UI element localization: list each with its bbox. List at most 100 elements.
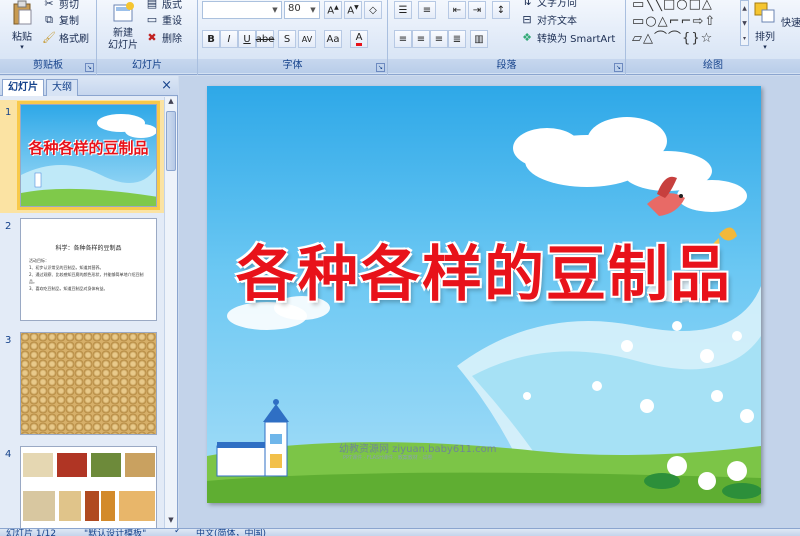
numbering-button[interactable]: ≡ — [418, 1, 436, 19]
font-color-button[interactable]: A — [350, 30, 368, 48]
line-spacing-button[interactable]: ↕ — [492, 1, 510, 19]
scroll-up-icon[interactable]: ▲ — [165, 97, 177, 109]
rectangle-shape-icon[interactable]: ▭ — [632, 14, 645, 29]
quick-styles-button[interactable]: 快速 — [780, 14, 800, 29]
font-color-icon: A — [355, 32, 363, 46]
status-bar: 幻灯片 1/12 "默认设计模板" ✓ 中文(简体，中国) — [0, 528, 800, 536]
rectangle-shape-icon[interactable]: ▱ — [632, 31, 643, 46]
convert-smartart-button[interactable]: ❖ 转换为 SmartArt — [520, 30, 615, 45]
arrange-dropdown-icon[interactable]: ▾ — [752, 43, 778, 51]
reset-button[interactable]: ▭ 重设 — [145, 12, 182, 27]
increase-indent-icon: ⇥ — [472, 4, 482, 16]
format-painter-button[interactable]: 🖌 格式刷 — [42, 30, 89, 45]
shadow-button[interactable]: S — [278, 30, 296, 48]
slide-thumbnail-1[interactable]: 各种各样的豆制品 — [17, 101, 160, 210]
clipboard-launcher-icon[interactable]: ↘ — [85, 63, 94, 72]
paste-dropdown-icon[interactable]: ▾ — [6, 43, 38, 51]
slide-thumbnail-2[interactable]: 科学：各种各样的豆制品 活动目标： 1、初步认识常见的豆制品，知道其营养。 2、… — [20, 218, 157, 321]
reset-label: 重设 — [162, 16, 182, 27]
paste-button[interactable]: 粘贴 ▾ — [6, 0, 38, 51]
connector-shape-icon[interactable]: ⌐ — [681, 14, 693, 29]
circle-shape-icon[interactable]: ○ — [645, 14, 657, 29]
new-slide-icon — [110, 0, 136, 26]
layout-label: 版式 — [162, 0, 182, 11]
text-direction-button[interactable]: ⇅ 文字方向 — [520, 0, 577, 9]
change-case-icon: Aa — [326, 33, 340, 45]
new-slide-button[interactable]: 新建 幻灯片 — [105, 0, 141, 52]
brace-shape-icon[interactable]: { — [682, 31, 691, 46]
connector-shape-icon[interactable]: ⌐ — [669, 14, 681, 29]
italic-button[interactable]: I — [220, 30, 238, 48]
brace-shape-icon[interactable]: } — [691, 31, 700, 46]
font-name-combo[interactable]: ▼ — [202, 1, 282, 19]
thumbnails-scrollbar[interactable]: ▲ ▼ — [164, 97, 177, 528]
line-shape-icon[interactable]: ╲ — [645, 0, 654, 12]
cut-label: 剪切 — [59, 0, 79, 11]
align-right-button[interactable]: ≡ — [430, 30, 448, 48]
columns-button[interactable]: ▥ — [470, 30, 488, 48]
underline-button[interactable]: U — [238, 30, 256, 48]
font-size-combo[interactable]: 80 ▼ — [284, 1, 320, 19]
slide-4-food-photos — [23, 453, 155, 521]
bullets-icon: ☰ — [398, 4, 408, 16]
copy-button[interactable]: ⧉ 复制 — [42, 12, 79, 28]
strikethrough-button[interactable]: abe — [256, 30, 274, 48]
tab-outline[interactable]: 大纲 — [46, 79, 78, 96]
increase-indent-button[interactable]: ⇥ — [468, 1, 486, 19]
delete-button[interactable]: ✖ 删除 — [145, 30, 182, 45]
scroll-down-icon[interactable]: ▼ — [165, 516, 177, 528]
slide-thumbnail-3[interactable] — [20, 332, 157, 435]
line-shape-icon[interactable]: ╲ — [654, 0, 663, 12]
grow-font-button[interactable]: A▲ — [324, 1, 342, 19]
tab-slides[interactable]: 幻灯片 — [2, 79, 44, 96]
clear-format-button[interactable]: ◇ — [364, 1, 382, 19]
decrease-indent-button[interactable]: ⇤ — [448, 1, 466, 19]
star-shape-icon[interactable]: ☆ — [701, 31, 714, 46]
bullets-button[interactable]: ☰ — [394, 1, 412, 19]
language-status[interactable]: 中文(简体，中国) — [196, 529, 266, 536]
arc-shape-icon[interactable]: ⌒ — [668, 31, 682, 46]
change-case-button[interactable]: Aa — [324, 30, 342, 48]
align-center-button[interactable]: ≡ — [412, 30, 430, 48]
clipboard-group-label: 剪贴板 — [0, 59, 96, 73]
chevron-down-icon[interactable]: ▼ — [269, 2, 281, 18]
current-slide[interactable]: 各种各样的豆制品 幼教资源网 ziyuan.baby611.com PPT课件 … — [207, 86, 761, 503]
arrange-button[interactable]: 排列 ▾ — [752, 0, 778, 51]
smartart-icon: ❖ — [522, 31, 532, 44]
align-left-button[interactable]: ≡ — [394, 30, 412, 48]
shrink-font-button[interactable]: A▼ — [344, 1, 362, 19]
font-group-label: 字体 — [198, 59, 387, 73]
slide-thumbnail-4[interactable] — [20, 446, 157, 528]
layout-button[interactable]: ▤ 版式 — [145, 0, 182, 11]
arc-shape-icon[interactable]: ⌒ — [654, 31, 668, 46]
reset-icon: ▭ — [146, 13, 158, 26]
pane-tabs: 幻灯片 大纲 × — [0, 76, 178, 96]
align-text-button[interactable]: ⊟ 对齐文本 — [520, 12, 577, 27]
square-shape-icon[interactable]: □ — [689, 0, 702, 12]
arrow-up-shape-icon[interactable]: ⇧ — [704, 14, 716, 29]
triangle-shape-icon[interactable]: △ — [702, 0, 713, 12]
justify-button[interactable]: ≣ — [448, 30, 466, 48]
chevron-down-icon[interactable]: ▼ — [307, 2, 319, 18]
paragraph-launcher-icon[interactable]: ↘ — [614, 63, 623, 72]
close-icon[interactable]: × — [161, 78, 172, 93]
slide-counter: 幻灯片 1/12 — [6, 529, 57, 536]
cut-button[interactable]: ✂ 剪切 — [42, 0, 79, 11]
justify-icon: ≣ — [452, 33, 462, 45]
rectangle-shape-icon[interactable]: ▭ — [632, 0, 645, 12]
arrange-label: 排列 — [755, 32, 775, 43]
slide-2-line: 活动目标： — [29, 258, 49, 263]
slide-title[interactable]: 各种各样的豆制品 — [207, 226, 761, 313]
shapes-scroll[interactable]: ▲ ▼ ▾ — [740, 0, 749, 46]
triangle-shape-icon[interactable]: △ — [658, 14, 669, 29]
square-shape-icon[interactable]: □ — [663, 0, 676, 12]
font-launcher-icon[interactable]: ↘ — [376, 63, 385, 72]
triangle-shape-icon[interactable]: △ — [643, 31, 654, 46]
bold-button[interactable]: B — [202, 30, 220, 48]
char-spacing-button[interactable]: AV — [298, 30, 316, 48]
shapes-gallery[interactable]: ▭╲╲□○□△ ▭○△⌐⌐⇨⇧ ▱△⌒⌒{}☆ — [632, 0, 742, 47]
spellcheck-icon[interactable]: ✓ — [174, 529, 182, 536]
arrow-right-shape-icon[interactable]: ⇨ — [692, 14, 704, 29]
scrollbar-thumb[interactable] — [166, 111, 176, 171]
circle-shape-icon[interactable]: ○ — [676, 0, 688, 12]
